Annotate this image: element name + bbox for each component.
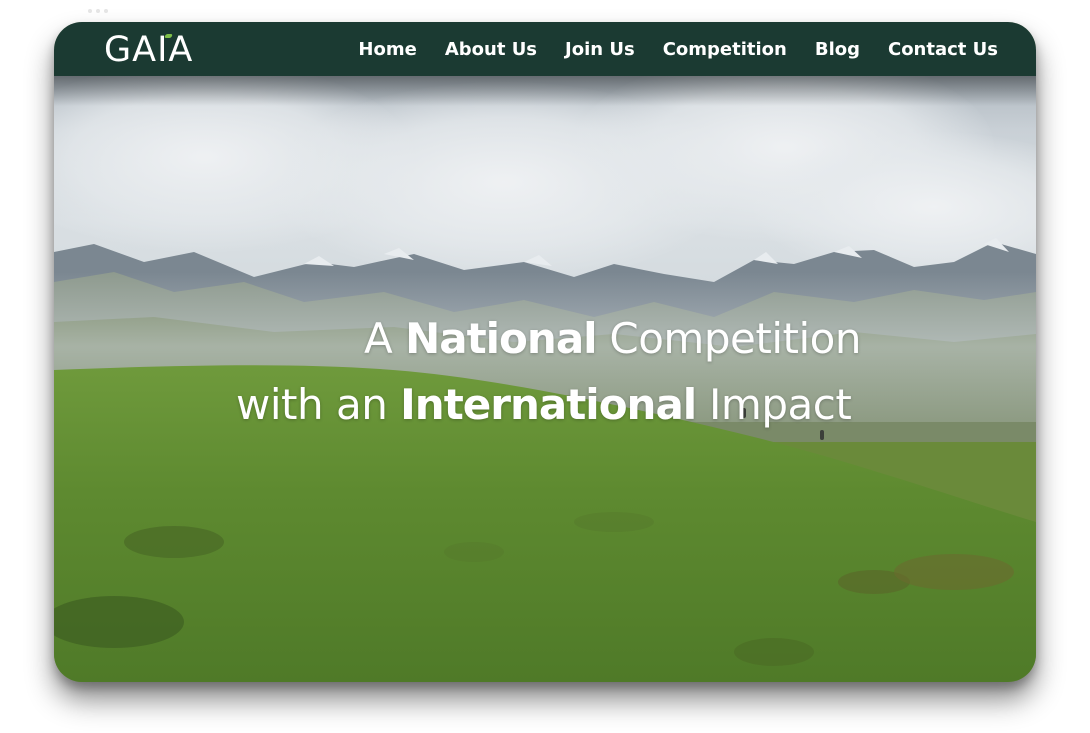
headline-line-1: A National Competition: [364, 306, 861, 372]
decorative-dots-icon: [88, 9, 108, 13]
nav-link-competition[interactable]: Competition: [663, 39, 787, 60]
headline-line-2: with an International Impact: [236, 372, 852, 438]
page: GAIA Home About Us Join Us Competition B…: [0, 0, 1090, 733]
nav-link-contact-us[interactable]: Contact Us: [888, 39, 998, 60]
nav-link-join-us[interactable]: Join Us: [565, 39, 635, 60]
headline-emphasis: International: [400, 380, 697, 429]
nav-menu: Home About Us Join Us Competition Blog C…: [358, 22, 998, 76]
site-logo[interactable]: GAIA: [104, 30, 193, 70]
headline-text: A: [364, 314, 406, 363]
nav-shadow: [54, 76, 1036, 106]
top-navigation-bar: GAIA Home About Us Join Us Competition B…: [54, 22, 1036, 76]
headline-text: with an: [236, 380, 401, 429]
nav-link-home[interactable]: Home: [358, 39, 416, 60]
website-window: GAIA Home About Us Join Us Competition B…: [54, 22, 1036, 682]
headline-text: Competition: [596, 314, 861, 363]
headline-emphasis: National: [405, 314, 597, 363]
headline-text: Impact: [696, 380, 852, 429]
nav-link-about-us[interactable]: About Us: [445, 39, 537, 60]
nav-link-blog[interactable]: Blog: [815, 39, 860, 60]
